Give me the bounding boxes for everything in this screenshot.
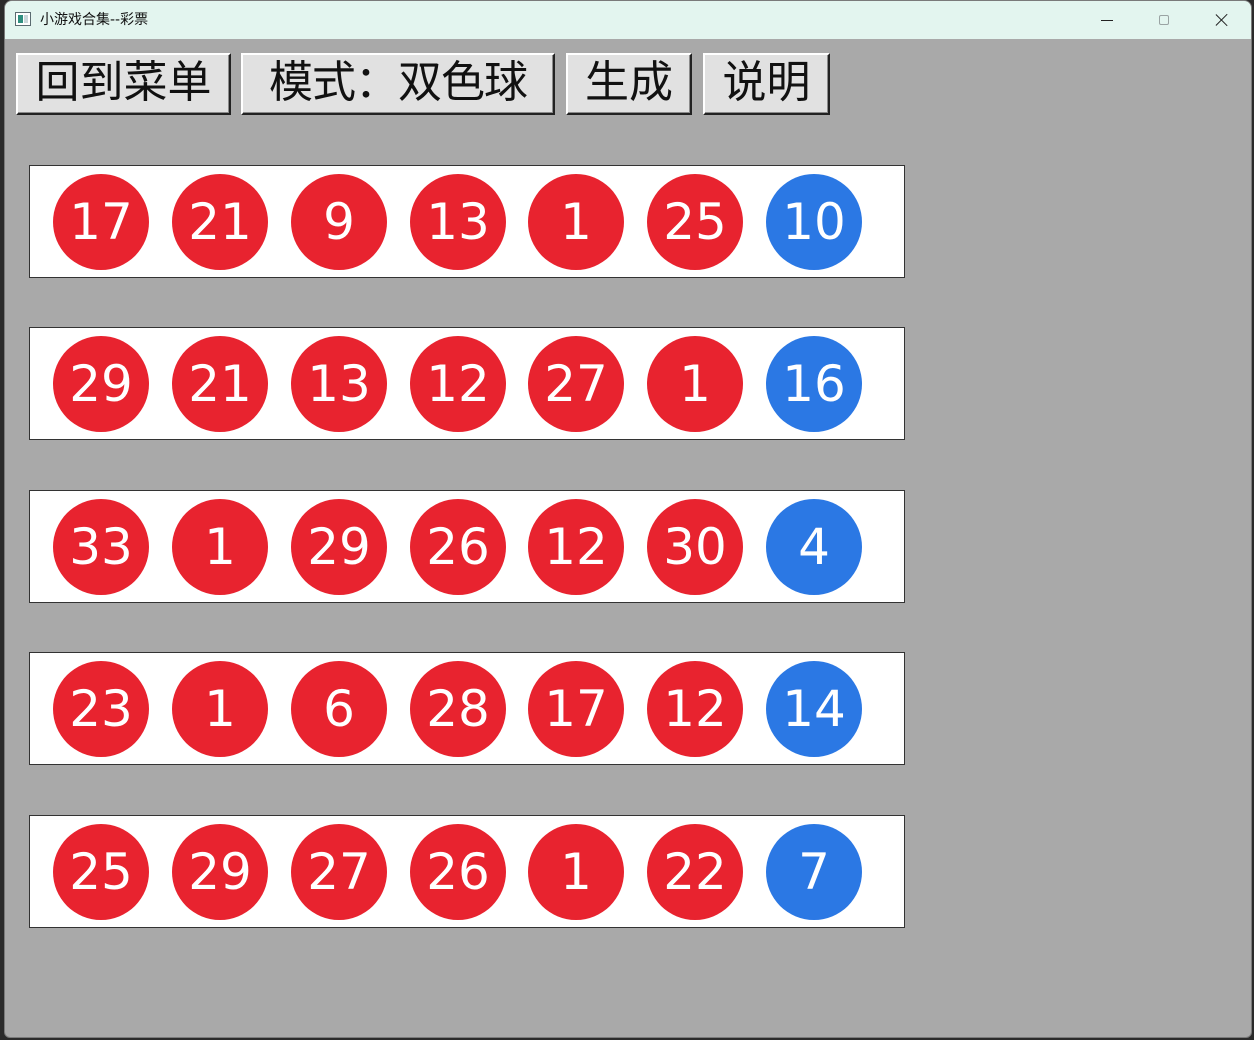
- red-ball: 1: [172, 499, 268, 595]
- ticket-row: 17 21 9 13 1 25 10: [29, 165, 905, 278]
- red-ball: 12: [528, 499, 624, 595]
- red-ball: 26: [410, 824, 506, 920]
- red-ball: 1: [528, 174, 624, 270]
- red-ball: 29: [291, 499, 387, 595]
- generate-button[interactable]: 生成: [566, 53, 692, 115]
- minimize-button[interactable]: [1079, 1, 1135, 39]
- red-ball: 21: [172, 174, 268, 270]
- red-ball: 27: [291, 824, 387, 920]
- blue-ball: 10: [766, 174, 862, 270]
- blue-ball: 14: [766, 661, 862, 757]
- maximize-button[interactable]: [1136, 1, 1192, 39]
- close-icon: [1215, 13, 1229, 27]
- red-ball: 27: [528, 336, 624, 432]
- ticket-row: 25 29 27 26 1 22 7: [29, 815, 905, 928]
- red-ball: 29: [172, 824, 268, 920]
- blue-ball: 16: [766, 336, 862, 432]
- red-ball: 17: [528, 661, 624, 757]
- red-ball: 1: [172, 661, 268, 757]
- red-ball: 25: [53, 824, 149, 920]
- ticket-row: 33 1 29 26 12 30 4: [29, 490, 905, 603]
- blue-ball: 7: [766, 824, 862, 920]
- red-ball: 23: [53, 661, 149, 757]
- help-button[interactable]: 说明: [703, 53, 830, 115]
- red-ball: 21: [172, 336, 268, 432]
- ticket-row: 23 1 6 28 17 12 14: [29, 652, 905, 765]
- red-ball: 12: [410, 336, 506, 432]
- red-ball: 6: [291, 661, 387, 757]
- red-ball: 29: [53, 336, 149, 432]
- red-ball: 13: [291, 336, 387, 432]
- red-ball: 17: [53, 174, 149, 270]
- red-ball: 30: [647, 499, 743, 595]
- red-ball: 28: [410, 661, 506, 757]
- red-ball: 12: [647, 661, 743, 757]
- red-ball: 1: [528, 824, 624, 920]
- red-ball: 26: [410, 499, 506, 595]
- maximize-icon: [1159, 15, 1169, 25]
- blue-ball: 4: [766, 499, 862, 595]
- red-ball: 13: [410, 174, 506, 270]
- app-icon: [15, 12, 31, 26]
- window-title: 小游戏合集--彩票: [40, 12, 149, 28]
- ticket-row: 29 21 13 12 27 1 16: [29, 327, 905, 440]
- close-button[interactable]: [1194, 1, 1250, 39]
- mode-button[interactable]: 模式：双色球: [241, 53, 555, 115]
- red-ball: 22: [647, 824, 743, 920]
- minimize-icon: [1101, 20, 1113, 21]
- red-ball: 1: [647, 336, 743, 432]
- back-to-menu-button[interactable]: 回到菜单: [16, 53, 231, 115]
- red-ball: 9: [291, 174, 387, 270]
- red-ball: 25: [647, 174, 743, 270]
- app-window: 小游戏合集--彩票 回到菜单 模式：双色球 生成 说明 17 21 9 13 1…: [4, 0, 1252, 1038]
- red-ball: 33: [53, 499, 149, 595]
- title-bar[interactable]: 小游戏合集--彩票: [5, 1, 1251, 39]
